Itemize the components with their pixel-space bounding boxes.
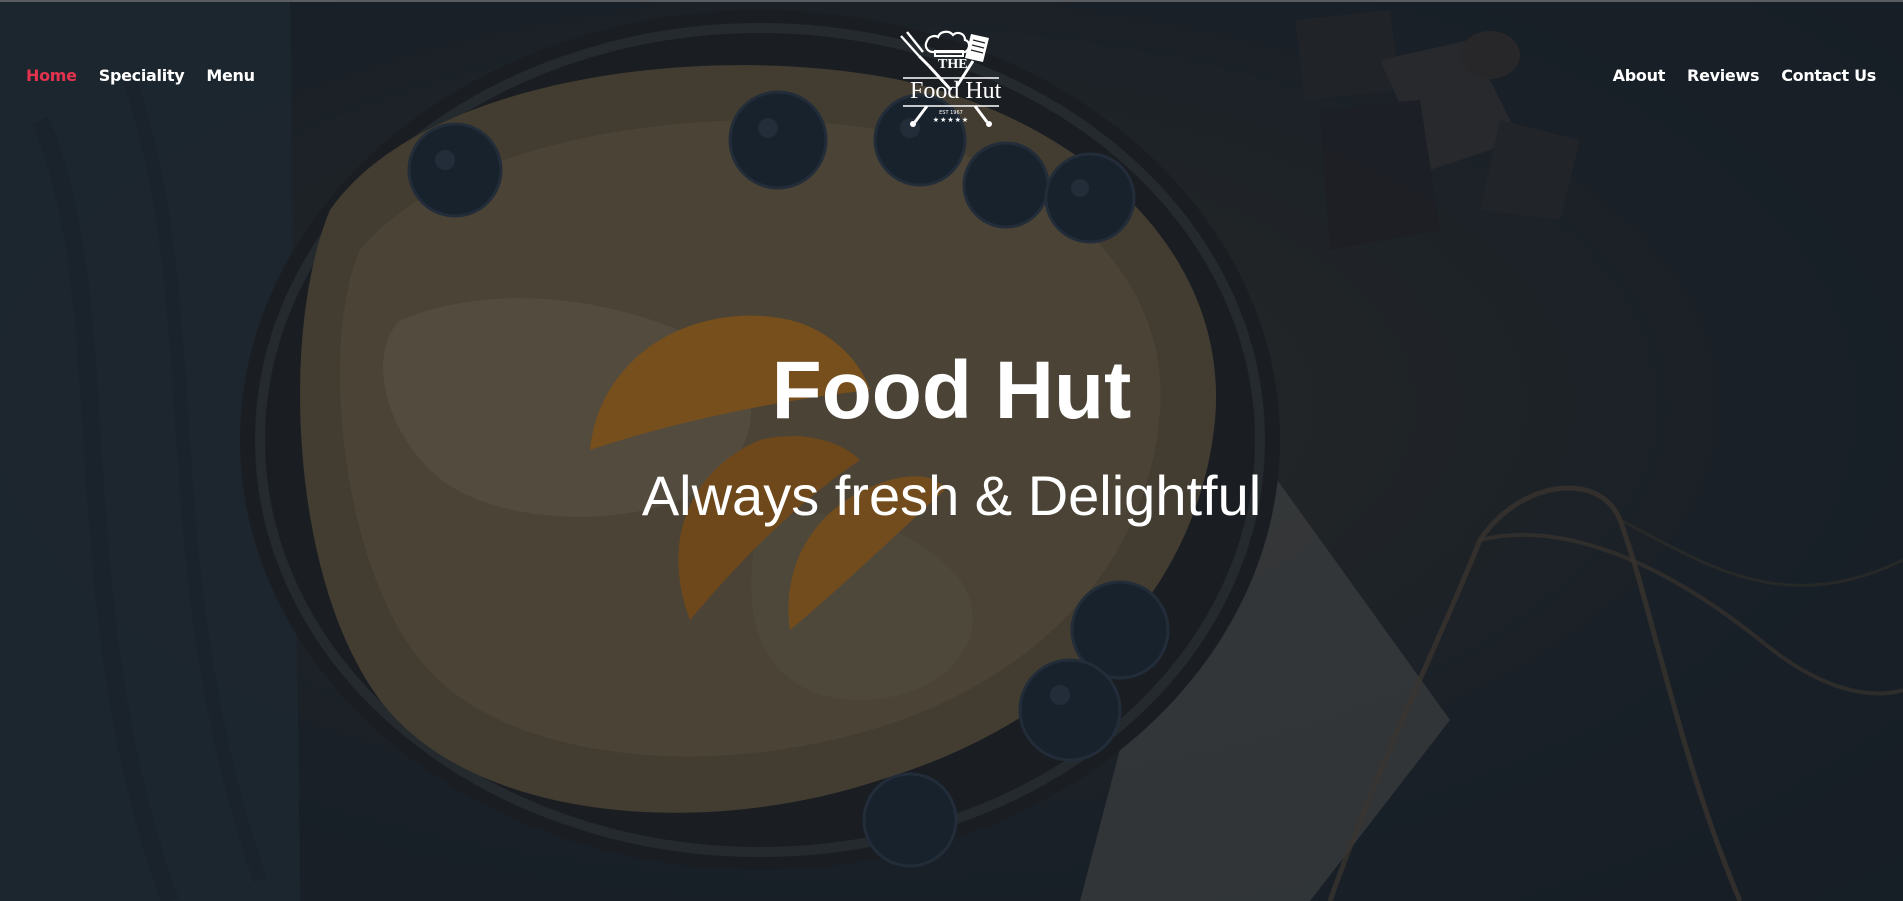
nav-link-about[interactable]: About [1613,66,1666,85]
nav-right: About Reviews Contact Us [1613,66,1877,85]
nav-link-reviews[interactable]: Reviews [1687,66,1759,85]
logo-stars: ★★★★★ [932,117,970,124]
site-logo[interactable]: THE Food Hut EST 1967 ★★★★★ [893,22,1009,132]
nav-link-speciality[interactable]: Speciality [99,66,185,85]
nav-link-home[interactable]: Home [26,66,77,85]
dark-overlay [0,0,1903,901]
chef-hat-icon [924,30,971,57]
landing-page: Home Speciality Menu THE Food Hut EST 19… [0,0,1903,901]
logo-wordmark: Food Hut [910,78,1002,104]
hero-subtitle: Always fresh & Delightful [641,464,1262,527]
nav-left: Home Speciality Menu [26,66,255,85]
nav-link-menu[interactable]: Menu [206,66,255,85]
top-divider [0,0,1903,2]
logo-the-text: THE [938,57,968,72]
hero-title: Food Hut [771,345,1132,436]
nav-link-contact-us[interactable]: Contact Us [1781,66,1876,85]
